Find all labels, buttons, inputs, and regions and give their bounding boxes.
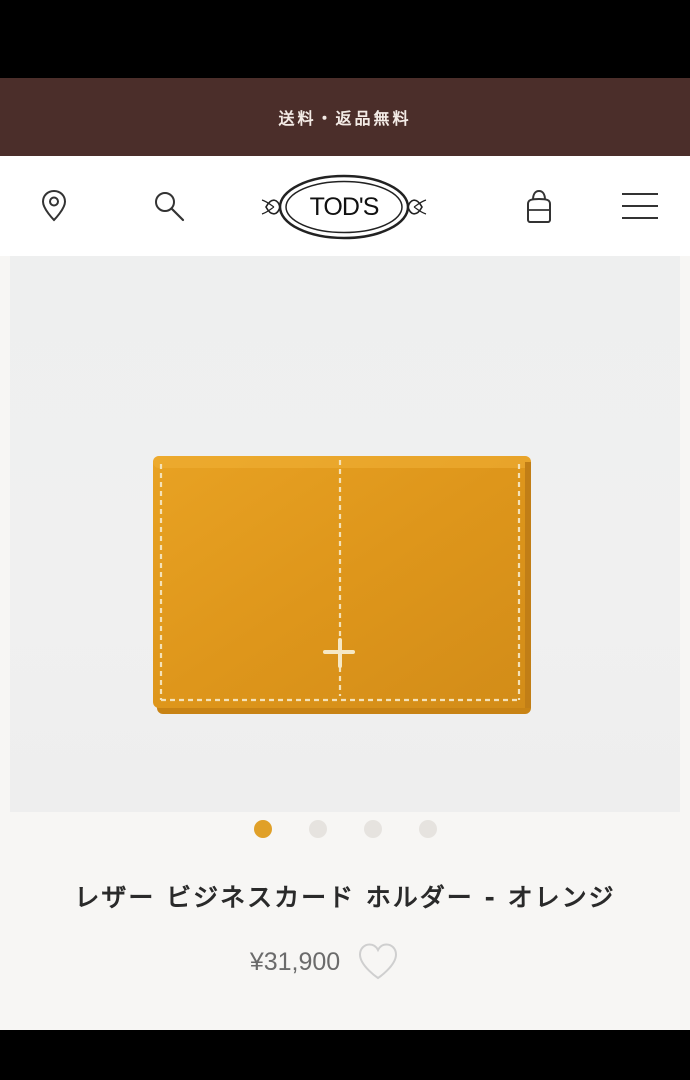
- product-title: レザー ビジネスカード ホルダー - オレンジ: [74, 883, 616, 912]
- brand-logo[interactable]: TOD'S: [260, 172, 428, 242]
- app-screen: 送料・返品無料 TOD'S レザー ビジネスカード ホルダー - オレンジ ¥3…: [0, 78, 690, 1030]
- carousel-dot-2[interactable]: [308, 820, 327, 838]
- menu-button[interactable]: [618, 184, 662, 228]
- site-header: TOD'S: [0, 156, 690, 256]
- logo-text: TOD'S: [309, 192, 380, 221]
- carousel-dot-4[interactable]: [418, 820, 437, 838]
- shopping-bag-icon: [527, 189, 551, 223]
- hamburger-menu-icon: [622, 193, 658, 219]
- wishlist-heart-icon[interactable]: [356, 940, 400, 984]
- location-pin-icon: [41, 189, 67, 222]
- product-price: ¥31,900: [249, 947, 341, 976]
- carousel-dot-3[interactable]: [363, 820, 382, 838]
- shopping-bag-button[interactable]: [517, 184, 561, 228]
- card-holder-image: [153, 456, 531, 714]
- search-button[interactable]: [147, 184, 191, 228]
- price-row: ¥31,900: [0, 940, 690, 984]
- carousel-dot-1[interactable]: [253, 820, 272, 838]
- promo-text: 送料・返品無料: [278, 109, 412, 128]
- carousel-pagination: [0, 820, 690, 838]
- store-locator-button[interactable]: [32, 184, 76, 228]
- search-icon: [155, 192, 185, 222]
- promo-banner[interactable]: 送料・返品無料: [0, 78, 690, 156]
- product-image-carousel[interactable]: [10, 256, 680, 812]
